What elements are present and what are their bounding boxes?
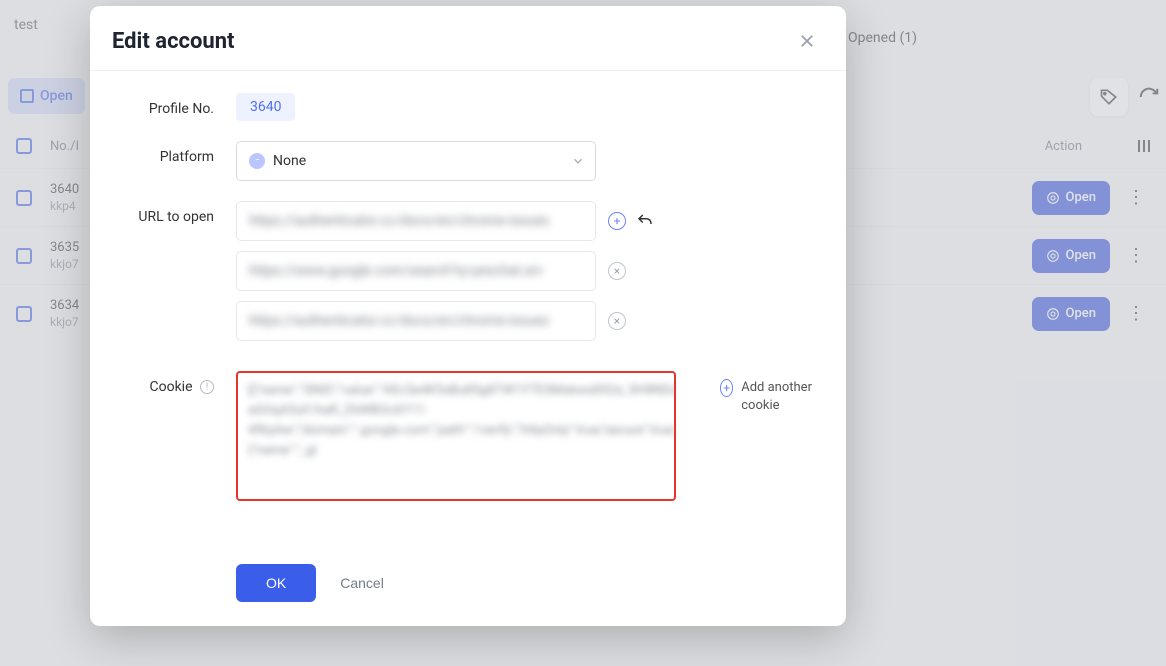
remove-url-button[interactable]: × <box>608 312 626 330</box>
remove-url-button[interactable]: × <box>608 262 626 280</box>
field-platform: Platform None <box>116 141 820 181</box>
add-another-cookie-button[interactable]: + Add another cookie <box>720 379 820 415</box>
url-input-2[interactable]: https://www.google.com/search?q=yeschat.… <box>236 251 596 291</box>
label-profile-no: Profile No. <box>116 93 236 117</box>
label-platform: Platform <box>116 141 236 165</box>
profile-no-value: 3640 <box>236 93 295 121</box>
field-profile-no: Profile No. 3640 <box>116 93 820 121</box>
chevron-down-icon <box>571 154 585 168</box>
field-cookie: Cookie ! [{"name":"SNID","value":"AEc5e4… <box>116 371 820 501</box>
close-icon <box>798 32 816 50</box>
edit-account-modal: Edit account Profile No. 3640 Platform <box>90 6 846 626</box>
url-input-3[interactable]: https://authenticator.cc/docs/en/chrome-… <box>236 301 596 341</box>
info-icon[interactable]: ! <box>200 380 214 394</box>
add-url-button[interactable]: + <box>608 212 626 230</box>
modal-close-button[interactable] <box>794 28 820 54</box>
label-cookie: Cookie ! <box>116 371 236 395</box>
cookie-text: [{"name":"SNID","value":"AEc5e4K5sBu85g8… <box>248 381 664 462</box>
ok-button[interactable]: OK <box>236 564 316 602</box>
modal-footer: OK Cancel <box>90 548 846 626</box>
platform-select[interactable]: None <box>236 141 596 181</box>
label-url-to-open: URL to open <box>116 201 236 225</box>
url-input-1[interactable]: https://authenticator.cc/docs/en/chrome-… <box>236 201 596 241</box>
modal-title: Edit account <box>112 29 235 54</box>
platform-none-icon <box>249 153 265 169</box>
cookie-textarea[interactable]: [{"name":"SNID","value":"AEc5e4K5sBu85g8… <box>236 371 676 501</box>
cancel-button[interactable]: Cancel <box>340 575 384 591</box>
plus-icon: + <box>720 379 733 397</box>
modal-overlay: Edit account Profile No. 3640 Platform <box>0 0 1166 666</box>
modal-header: Edit account <box>90 6 846 71</box>
modal-body: Profile No. 3640 Platform None <box>90 71 846 548</box>
undo-icon[interactable] <box>636 212 654 230</box>
field-url-to-open: URL to open https://authenticator.cc/doc… <box>116 201 820 351</box>
platform-select-value: None <box>273 153 306 169</box>
add-cookie-label: Add another cookie <box>741 379 820 415</box>
